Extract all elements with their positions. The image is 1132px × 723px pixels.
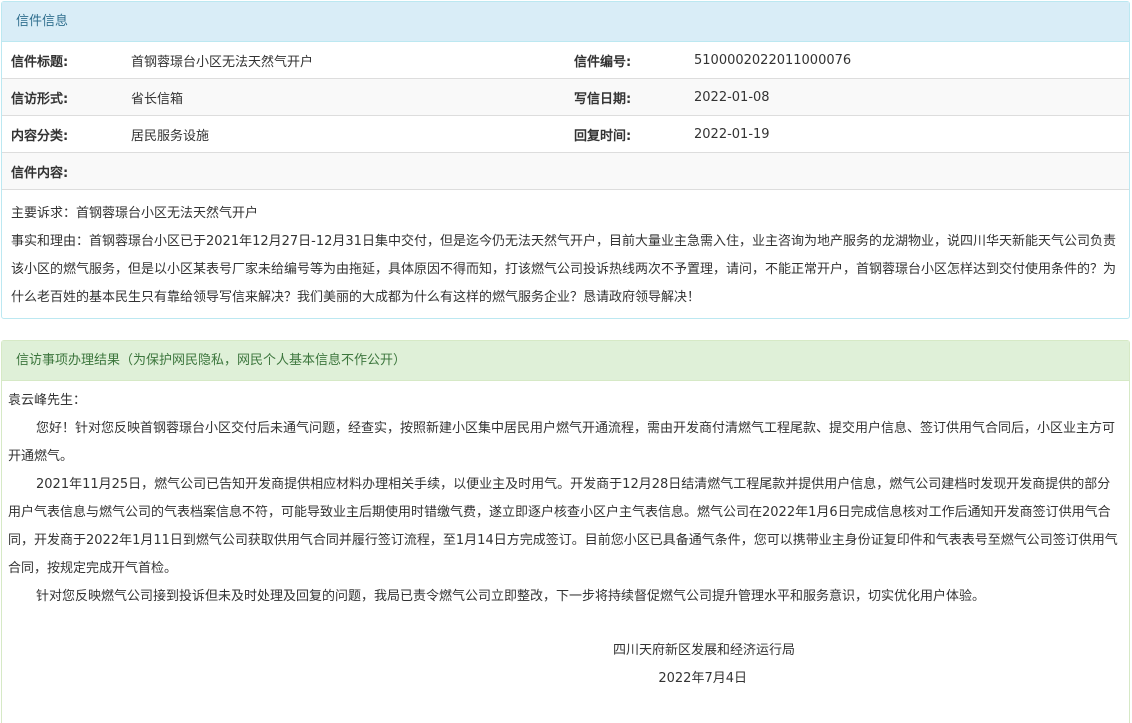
table-row: 信件内容: [2,152,1129,190]
main-appeal: 主要诉求：首钢蓉璟台小区无法天然气开户 [11,206,259,221]
category-label: 内容分类: [2,115,122,153]
letter-number-value: 5100002022011000076 [685,42,1129,79]
write-date-value: 2022-01-08 [685,78,1129,116]
title-value: 首钢蓉璟台小区无法天然气开户 [122,42,565,79]
letter-info-table: 信件标题: 首钢蓉璟台小区无法天然气开户 信件编号: 5100002022011… [2,42,1129,190]
salutation: 袁云峰先生： [8,393,87,408]
letter-content: 主要诉求：首钢蓉璟台小区无法天然气开户 事实和理由：首钢蓉璟台小区已于2021年… [2,190,1129,312]
result-panel: 信访事项办理结果（为保护网民隐私，网民个人基本信息不作公开） 袁云峰先生： 您好… [1,340,1130,723]
title-label: 信件标题: [2,42,122,79]
form-label: 信访形式: [2,78,122,116]
reply-paragraph: 2021年11月25日，燃气公司已告知开发商提供相应材料办理相关手续，以便业主及… [8,477,1118,576]
reply-paragraph: 您好！针对您反映首钢蓉璟台小区交付后未通气问题，经查实，按照新建小区集中居民用户… [8,421,1116,464]
content-label: 信件内容: [2,152,1129,190]
reply-time-label: 回复时间: [565,115,685,153]
letter-info-panel: 信件信息 信件标题: 首钢蓉璟台小区无法天然气开户 信件编号: 51000020… [1,1,1130,319]
reply-time-value: 2022-01-19 [685,115,1129,153]
write-date-label: 写信日期: [565,78,685,116]
facts-and-reasons: 事实和理由：首钢蓉璟台小区已于2021年12月27日-12月31日集中交付，但是… [11,234,1117,305]
letter-info-heading: 信件信息 [2,2,1129,42]
table-row: 信访形式: 省长信箱 写信日期: 2022-01-08 [2,78,1129,116]
form-value: 省长信箱 [122,78,565,116]
table-row: 内容分类: 居民服务设施 回复时间: 2022-01-19 [2,115,1129,153]
letter-number-label: 信件编号: [565,42,685,79]
category-value: 居民服务设施 [122,115,565,153]
table-row: 信件标题: 首钢蓉璟台小区无法天然气开户 信件编号: 5100002022011… [2,42,1129,79]
result-heading: 信访事项办理结果（为保护网民隐私，网民个人基本信息不作公开） [2,341,1129,381]
signature: 四川天府新区发展和经济运行局 [612,643,795,658]
reply-paragraph: 针对您反映燃气公司接到投诉但未及时处理及回复的问题，我局已责令燃气公司立即整改，… [36,589,986,604]
reply-content: 袁云峰先生： 您好！针对您反映首钢蓉璟台小区交付后未通气问题，经查实，按照新建小… [2,381,1129,693]
reply-date: 2022年7月4日 [658,671,747,686]
